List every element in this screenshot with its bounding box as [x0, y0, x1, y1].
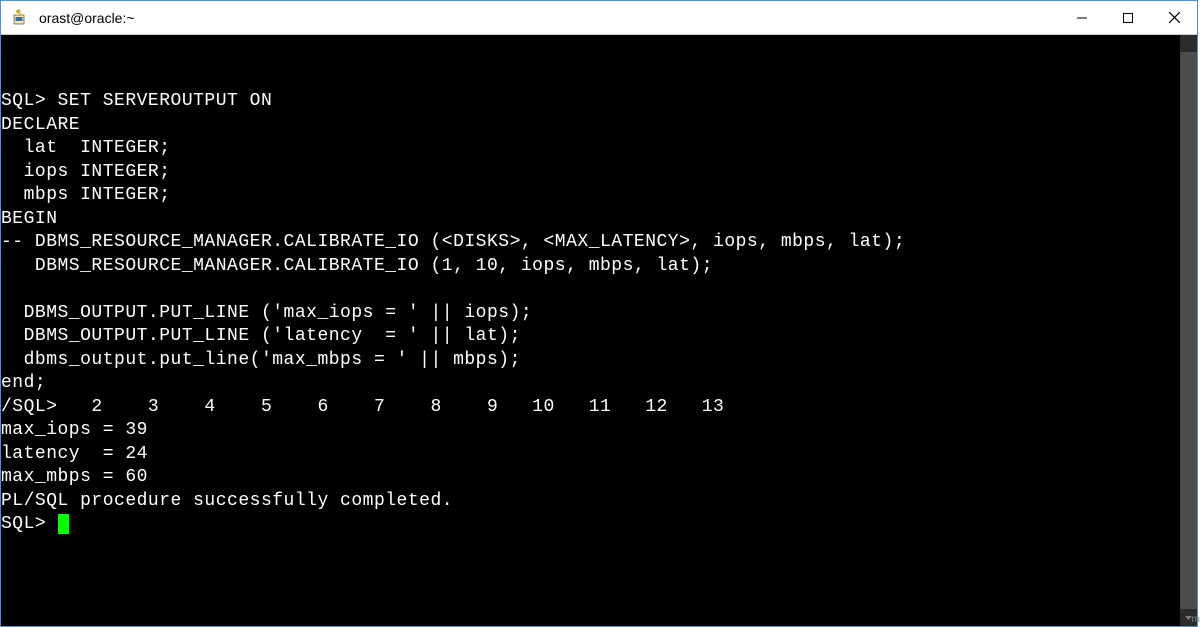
putty-icon [11, 8, 31, 28]
terminal-line: max_mbps = 60 [1, 466, 1197, 490]
terminal-line [1, 278, 1197, 302]
close-button[interactable] [1151, 1, 1197, 34]
terminal-line: BEGIN [1, 208, 1197, 232]
minimize-button[interactable] [1059, 1, 1105, 34]
cursor [58, 514, 69, 534]
terminal-line: lat INTEGER; [1, 137, 1197, 161]
terminal-line: /SQL> 2 3 4 5 6 7 8 9 10 11 12 13 [1, 396, 1197, 420]
terminal-line: latency = 24 [1, 443, 1197, 467]
terminal-line: DBMS_OUTPUT.PUT_LINE ('max_iops = ' || i… [1, 302, 1197, 326]
terminal-line: DBMS_RESOURCE_MANAGER.CALIBRATE_IO (1, 1… [1, 255, 1197, 279]
terminal-line: mbps INTEGER; [1, 184, 1197, 208]
scrollbar-vertical[interactable] [1180, 35, 1197, 626]
terminal-line: end; [1, 372, 1197, 396]
window-title: orast@oracle:~ [39, 10, 1059, 26]
terminal-line: max_iops = 39 [1, 419, 1197, 443]
window-controls [1059, 1, 1197, 34]
terminal-line: -- DBMS_RESOURCE_MANAGER.CALIBRATE_IO (<… [1, 231, 1197, 255]
terminal-line: PL/SQL procedure successfully completed. [1, 490, 1197, 514]
terminal-line: SQL> [1, 513, 1197, 537]
maximize-button[interactable] [1105, 1, 1151, 34]
terminal-line: DECLARE [1, 114, 1197, 138]
putty-window: orast@oracle:~ SQL> SET SERVEROUTPUT OND… [0, 0, 1198, 627]
watermark-text: m [1192, 614, 1200, 625]
terminal-line: iops INTEGER; [1, 161, 1197, 185]
scrollbar-thumb[interactable] [1180, 52, 1197, 609]
terminal-line: DBMS_OUTPUT.PUT_LINE ('latency = ' || la… [1, 325, 1197, 349]
terminal-area[interactable]: SQL> SET SERVEROUTPUT ONDECLARE lat INTE… [1, 35, 1197, 626]
titlebar[interactable]: orast@oracle:~ [1, 1, 1197, 35]
terminal-line: SQL> SET SERVEROUTPUT ON [1, 90, 1197, 114]
terminal-line: dbms_output.put_line('max_mbps = ' || mb… [1, 349, 1197, 373]
